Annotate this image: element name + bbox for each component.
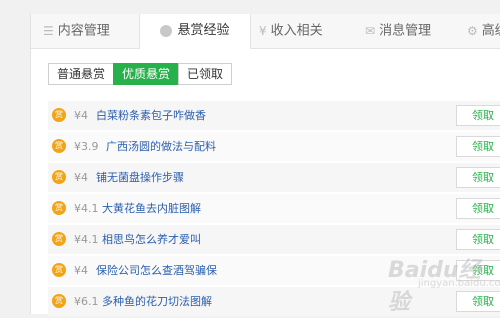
- tab-income[interactable]: ¥ 收入相关: [259, 14, 323, 48]
- reward-badge-icon: 赏: [52, 263, 66, 277]
- filter-claimed-button[interactable]: 已领取: [178, 63, 233, 85]
- reward-price: ¥6.1: [74, 295, 99, 308]
- tab-label: 内容管理: [57, 23, 110, 39]
- claim-button[interactable]: 领取: [456, 136, 500, 157]
- tab-content-management[interactable]: ☰ 内容管理: [43, 14, 110, 48]
- gear-icon: ⚙: [467, 24, 478, 38]
- list-item: 赏 ¥4.1 大黄花鱼去内脏图解 领取: [48, 194, 500, 223]
- claim-button[interactable]: 领取: [456, 229, 500, 250]
- item-title-link[interactable]: 大黄花鱼去内脏图解: [102, 194, 201, 223]
- list-item: 赏 ¥4.1 相思鸟怎么养才爱叫 领取: [48, 225, 500, 254]
- mail-icon: ✉: [365, 24, 376, 38]
- item-title-link[interactable]: 保险公司怎么查酒驾骗保: [96, 256, 217, 285]
- claim-button[interactable]: 领取: [456, 167, 500, 188]
- list-item: 赏 ¥3.9 广西汤圆的做法与配料 领取: [48, 132, 500, 161]
- claim-button[interactable]: 领取: [456, 198, 500, 219]
- item-title-link[interactable]: 白菜粉条素包子咋做香: [96, 101, 206, 130]
- reward-price: ¥3.9: [74, 140, 99, 153]
- filter-segmented-control: 普通悬赏 优质悬赏 已领取: [48, 63, 233, 85]
- claim-button[interactable]: 领取: [456, 105, 500, 126]
- coin-icon: [160, 24, 173, 37]
- item-title-link[interactable]: 多种鱼的花刀切法图解: [102, 287, 212, 316]
- reward-price: ¥4: [74, 171, 88, 184]
- reward-price: ¥4.1: [74, 202, 99, 215]
- reward-badge-icon: 赏: [52, 232, 66, 246]
- list-item: 赏 ¥4 铺无菌盘操作步骤 领取: [48, 163, 500, 192]
- tab-label: 收入相关: [270, 23, 323, 39]
- tab-bounty-experience[interactable]: 悬赏经验: [139, 14, 251, 49]
- yen-icon: ¥: [259, 24, 267, 38]
- filter-quality-button[interactable]: 优质悬赏: [113, 63, 180, 85]
- tab-advanced[interactable]: ⚙高级: [467, 14, 500, 48]
- reward-badge-icon: 赏: [52, 139, 66, 153]
- tab-label: 高级: [481, 23, 500, 39]
- list-item: 赏 ¥4 白菜粉条素包子咋做香 领取: [48, 101, 500, 130]
- reward-badge-icon: 赏: [52, 201, 66, 215]
- tab-label: 消息管理: [379, 23, 432, 39]
- reward-price: ¥4.1: [74, 233, 99, 246]
- item-title-link[interactable]: 广西汤圆的做法与配料: [106, 132, 216, 161]
- tab-messages[interactable]: ✉ 消息管理: [365, 14, 431, 48]
- tab-bar: ☰内容管理 悬赏经验 ¥收入相关 ✉消息管理 ⚙高级: [31, 14, 500, 49]
- item-title-link[interactable]: 铺无菌盘操作步骤: [96, 163, 184, 192]
- reward-badge-icon: 赏: [52, 170, 66, 184]
- reward-price: ¥4: [74, 109, 88, 122]
- baidu-watermark-url: jingyan.baidu.com: [418, 278, 500, 289]
- list-icon: ☰: [43, 24, 54, 38]
- reward-badge-icon: 赏: [52, 108, 66, 122]
- reward-price: ¥4: [74, 264, 88, 277]
- filter-normal-button[interactable]: 普通悬赏: [48, 63, 115, 85]
- item-title-link[interactable]: 相思鸟怎么养才爱叫: [102, 225, 201, 254]
- tab-label: 悬赏经验: [177, 23, 230, 38]
- reward-badge-icon: 赏: [52, 294, 66, 308]
